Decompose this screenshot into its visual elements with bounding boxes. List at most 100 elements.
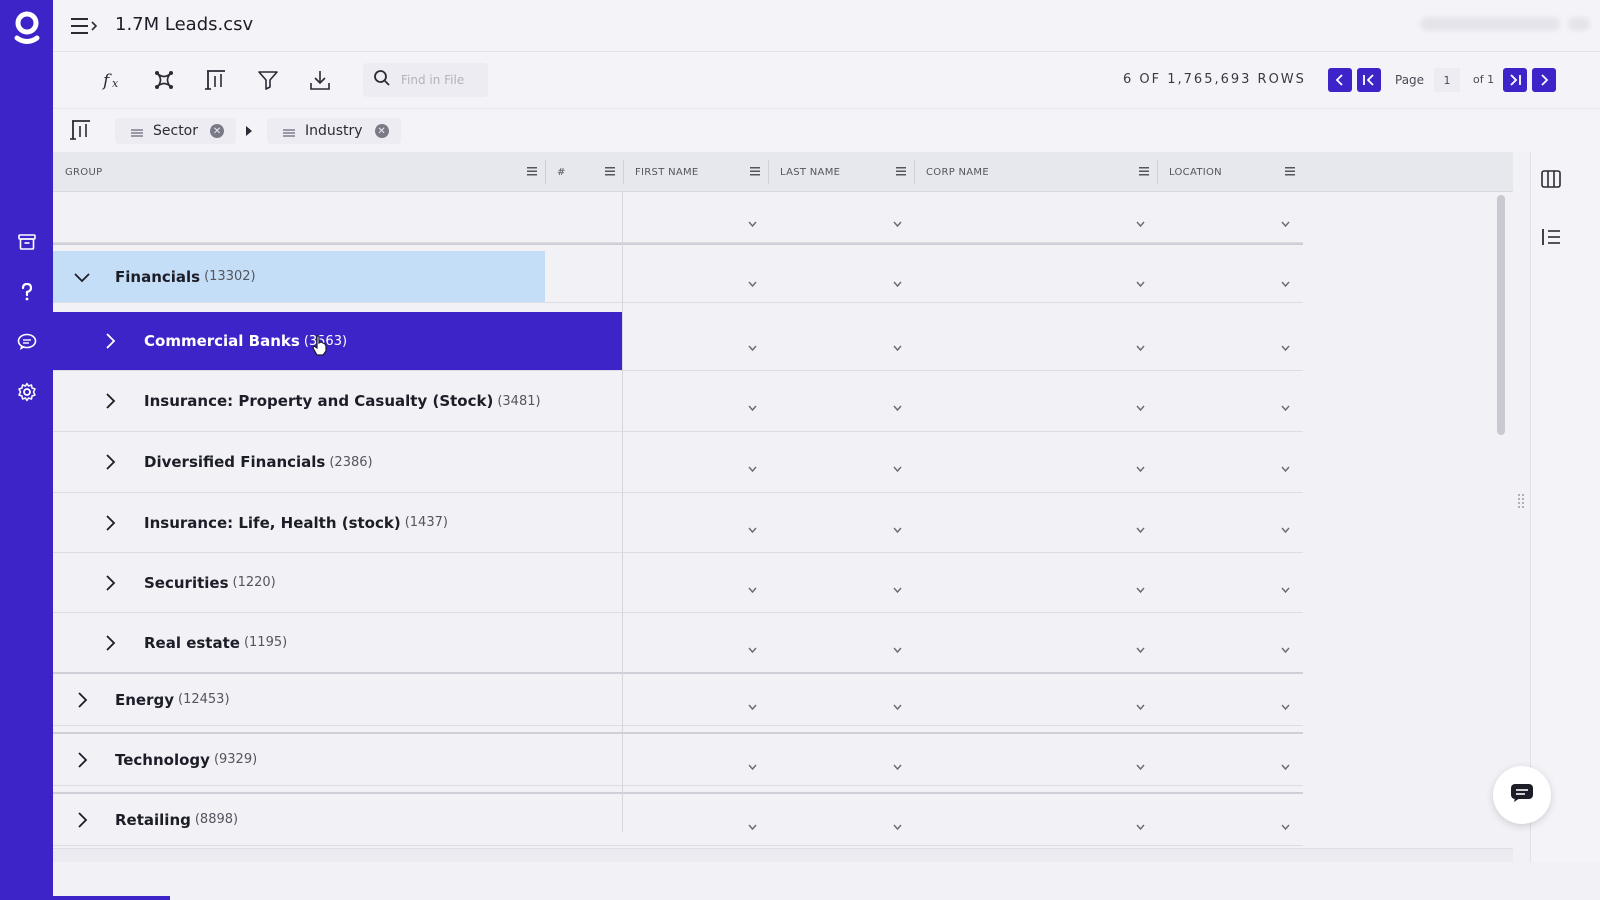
chevron-right-icon[interactable] — [73, 691, 91, 709]
chevron-down-icon[interactable] — [893, 756, 902, 770]
close-icon[interactable]: ✕ — [210, 124, 225, 138]
chevron-down-icon[interactable] — [893, 458, 902, 473]
chevron-down-icon[interactable] — [1136, 639, 1145, 653]
chevron-down-icon[interactable] — [748, 213, 757, 228]
chevron-down-icon[interactable] — [748, 696, 757, 710]
chevron-down-icon[interactable] — [73, 268, 91, 286]
group-icon[interactable] — [202, 66, 230, 94]
column-header-group[interactable]: GROUP — [53, 152, 545, 192]
chevron-down-icon[interactable] — [748, 756, 757, 770]
chevron-down-icon[interactable] — [1136, 816, 1145, 830]
column-menu-icon[interactable] — [750, 167, 760, 176]
next-page-button[interactable] — [1532, 68, 1556, 92]
chevron-down-icon[interactable] — [748, 458, 757, 473]
chevron-down-icon[interactable] — [1136, 696, 1145, 710]
column-menu-icon[interactable] — [1139, 167, 1149, 176]
group-row-securities[interactable]: Securities (1220) — [53, 553, 1303, 613]
group-row-energy[interactable]: Energy (12453) — [53, 674, 1303, 726]
chevron-down-icon[interactable] — [893, 579, 902, 593]
chevron-down-icon[interactable] — [1136, 458, 1145, 473]
chevron-down-icon[interactable] — [1281, 273, 1290, 287]
page-number-input[interactable] — [1434, 68, 1460, 92]
group-row-insurance-property[interactable]: Insurance: Property and Casualty (Stock)… — [53, 371, 1303, 432]
column-header-number[interactable]: # — [545, 152, 623, 192]
group-row-diversified-financials[interactable]: Diversified Financials (2386) — [53, 432, 1303, 493]
vertical-scrollbar[interactable] — [1497, 195, 1505, 435]
column-menu-icon[interactable] — [527, 167, 537, 176]
chevron-down-icon[interactable] — [1281, 696, 1290, 710]
horizontal-scrollbar[interactable] — [53, 848, 1513, 862]
chevron-down-icon[interactable] — [748, 519, 757, 533]
chevron-down-icon[interactable] — [1281, 816, 1290, 830]
resize-handle-icon[interactable] — [1517, 492, 1525, 510]
column-header-location[interactable]: LOCATION — [1157, 152, 1303, 192]
chevron-down-icon[interactable] — [893, 397, 902, 412]
archive-icon[interactable] — [14, 229, 40, 255]
chevron-right-icon[interactable] — [101, 514, 119, 532]
chevron-down-icon[interactable] — [1281, 213, 1290, 228]
chevron-down-icon[interactable] — [893, 816, 902, 830]
download-icon[interactable] — [306, 66, 334, 94]
column-menu-icon[interactable] — [1285, 167, 1295, 176]
column-header-first-name[interactable]: FIRST NAME — [623, 152, 768, 192]
chevron-down-icon[interactable] — [748, 337, 757, 352]
chevron-down-icon[interactable] — [1136, 273, 1145, 287]
close-icon[interactable]: ✕ — [374, 124, 389, 138]
chevron-right-icon[interactable] — [101, 453, 119, 471]
group-row-retailing[interactable]: Retailing (8898) — [53, 794, 1303, 846]
chevron-down-icon[interactable] — [1281, 519, 1290, 533]
chevron-down-icon[interactable] — [893, 337, 902, 352]
chevron-down-icon[interactable] — [1136, 213, 1145, 228]
chevron-down-icon[interactable] — [1136, 756, 1145, 770]
chevron-down-icon[interactable] — [893, 696, 902, 710]
group-row-commercial-banks[interactable]: Commercial Banks (3563) — [53, 312, 1303, 371]
chat-icon[interactable] — [14, 329, 40, 355]
group-row-financials[interactable]: Financials (13302) — [53, 251, 1303, 303]
chevron-down-icon[interactable] — [1281, 337, 1290, 352]
columns-icon[interactable] — [1540, 168, 1562, 190]
chevron-right-icon[interactable] — [101, 332, 119, 350]
chat-support-button[interactable] — [1493, 766, 1551, 824]
column-header-last-name[interactable]: LAST NAME — [768, 152, 914, 192]
pivot-icon[interactable] — [150, 66, 178, 94]
chevron-right-icon[interactable] — [101, 574, 119, 592]
menu-toggle-icon[interactable] — [69, 14, 99, 38]
group-chip-industry[interactable]: Industry ✕ — [267, 118, 401, 144]
group-row-technology[interactable]: Technology (9329) — [53, 734, 1303, 786]
chevron-right-icon[interactable] — [101, 634, 119, 652]
chevron-down-icon[interactable] — [1136, 397, 1145, 412]
chevron-down-icon[interactable] — [893, 273, 902, 287]
chevron-down-icon[interactable] — [1281, 639, 1290, 653]
column-menu-icon[interactable] — [605, 167, 615, 176]
chevron-down-icon[interactable] — [1281, 458, 1290, 473]
chevron-down-icon[interactable] — [1281, 397, 1290, 412]
chevron-down-icon[interactable] — [1136, 519, 1145, 533]
filter-icon[interactable] — [254, 66, 282, 94]
chevron-down-icon[interactable] — [1136, 337, 1145, 352]
group-row-real-estate[interactable]: Real estate (1195) — [53, 613, 1303, 673]
user-avatar[interactable] — [1568, 17, 1590, 31]
group-by-icon[interactable] — [69, 118, 95, 144]
prev-page-button[interactable] — [1328, 68, 1352, 92]
column-menu-icon[interactable] — [896, 167, 906, 176]
chevron-down-icon[interactable] — [1281, 579, 1290, 593]
logo-icon[interactable] — [9, 8, 45, 48]
settings-icon[interactable] — [14, 379, 40, 405]
chevron-down-icon[interactable] — [748, 639, 757, 653]
column-header-corp-name[interactable]: CORP NAME — [914, 152, 1157, 192]
chevron-down-icon[interactable] — [748, 579, 757, 593]
chevron-down-icon[interactable] — [748, 816, 757, 830]
user-info[interactable] — [1420, 17, 1560, 31]
chevron-right-icon[interactable] — [101, 392, 119, 410]
chevron-down-icon[interactable] — [893, 213, 902, 228]
chevron-down-icon[interactable] — [1281, 756, 1290, 770]
list-settings-icon[interactable] — [1540, 226, 1562, 248]
last-page-button[interactable] — [1503, 68, 1527, 92]
chevron-down-icon[interactable] — [1136, 579, 1145, 593]
chevron-down-icon[interactable] — [748, 273, 757, 287]
chevron-right-icon[interactable] — [73, 751, 91, 769]
group-row-insurance-life[interactable]: Insurance: Life, Health (stock) (1437) — [53, 493, 1303, 553]
formula-icon[interactable]: fx — [99, 66, 127, 94]
chevron-down-icon[interactable] — [893, 639, 902, 653]
search-field[interactable] — [363, 63, 488, 97]
